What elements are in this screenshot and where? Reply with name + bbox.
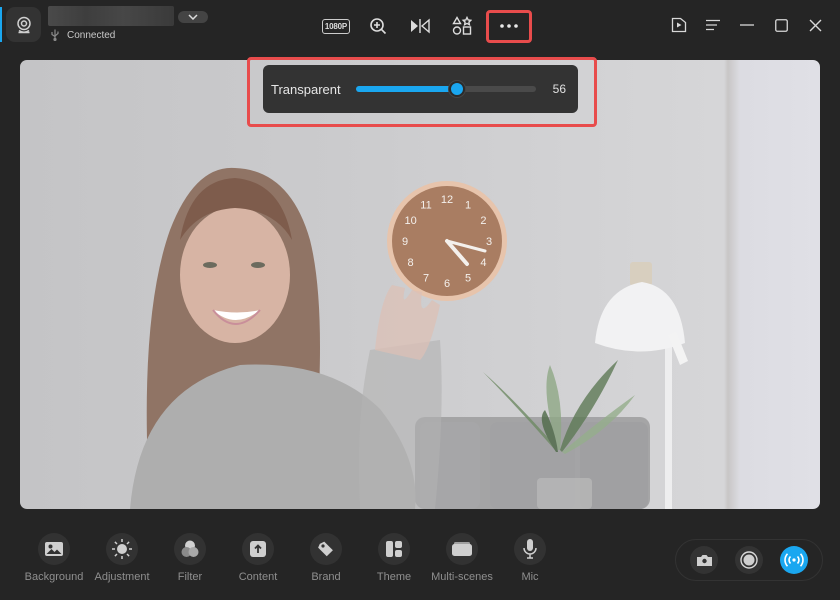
- bottom-item-theme[interactable]: Theme: [360, 533, 428, 583]
- device-dropdown[interactable]: [178, 11, 208, 23]
- status-text: Connected: [67, 29, 116, 41]
- layout-icon: [386, 541, 402, 557]
- bottom-item-label: Brand: [311, 571, 341, 583]
- scenes-icon: [452, 542, 472, 556]
- clock-numeral: 10: [404, 215, 416, 227]
- clock-numeral: 9: [402, 236, 408, 248]
- broadcast-icon: [783, 553, 804, 567]
- more-button[interactable]: [486, 9, 532, 43]
- active-indicator: [0, 7, 2, 42]
- filter-circles-icon: [181, 540, 199, 557]
- wall-clock: 12 1234567891011: [387, 181, 507, 301]
- maximize-icon: [774, 18, 788, 32]
- recordings-button[interactable]: [662, 9, 696, 41]
- upload-icon: [250, 541, 266, 557]
- widgets-button[interactable]: [441, 9, 483, 43]
- record-icon: [740, 551, 758, 569]
- live-stream-button[interactable]: [779, 546, 808, 574]
- plant: [483, 360, 635, 509]
- bottom-item-background[interactable]: Background: [20, 533, 88, 583]
- more-dots-icon: [500, 24, 518, 28]
- maximize-button[interactable]: [764, 9, 798, 41]
- record-button[interactable]: [734, 546, 763, 574]
- camera-preview[interactable]: 12 1 2 3 4 5 6 7 8 9 10 11: [20, 60, 820, 509]
- shapes-icon: [452, 16, 472, 35]
- microphone-icon: [523, 539, 537, 559]
- bottom-item-label: Adjustment: [94, 571, 150, 583]
- minimize-icon: [740, 24, 754, 26]
- bottom-item-multi-scenes[interactable]: Multi-scenes: [428, 533, 496, 583]
- snapshot-button[interactable]: [690, 546, 719, 574]
- video-folder-icon: [671, 17, 687, 33]
- transparency-value: 56: [552, 82, 566, 96]
- clock-numeral: 4: [480, 257, 486, 269]
- device-name-redacted: [48, 6, 174, 26]
- chevron-down-icon: [188, 14, 198, 20]
- bottom-item-mic[interactable]: Mic: [496, 533, 564, 583]
- top-toolbar: 1080P: [315, 9, 532, 43]
- bottom-item-label: Content: [238, 571, 278, 583]
- bottom-item-label: Filter: [177, 571, 203, 583]
- usb-icon: [51, 29, 59, 41]
- preview-image: 12 1234567891011: [130, 167, 688, 509]
- transparency-slider[interactable]: [356, 81, 536, 97]
- connection-status: Connected: [50, 29, 115, 41]
- sun-icon: [112, 539, 132, 559]
- mirror-button[interactable]: [399, 9, 441, 43]
- bottom-item-filter[interactable]: Filter: [156, 533, 224, 583]
- clock-numeral: 1: [465, 200, 471, 212]
- resolution-button[interactable]: 1080P: [315, 9, 357, 43]
- bottom-item-content[interactable]: Content: [224, 533, 292, 583]
- slider-thumb[interactable]: [448, 81, 465, 97]
- resolution-badge: 1080P: [321, 18, 351, 34]
- clock-numeral: 12: [441, 194, 453, 206]
- transparency-panel: Transparent 56: [263, 65, 578, 113]
- clock-numeral: 11: [420, 200, 431, 212]
- mirror-flip-icon: [411, 18, 430, 34]
- bottom-item-label: Mic: [521, 571, 539, 583]
- clock-numeral: 8: [408, 257, 414, 269]
- bottom-item-brand[interactable]: Brand: [292, 533, 360, 583]
- camera-icon: [696, 555, 712, 566]
- bottom-item-label: Background: [24, 571, 84, 583]
- slider-fill: [356, 86, 457, 92]
- device-button[interactable]: [6, 7, 41, 42]
- transparency-label: Transparent: [271, 81, 341, 97]
- tag-icon: [318, 541, 333, 557]
- clock-numeral: 7: [423, 272, 429, 284]
- clock-numeral: 5: [465, 272, 471, 284]
- menu-icon: [706, 19, 720, 31]
- zoom-in-icon: [370, 18, 387, 35]
- couch: [415, 417, 650, 509]
- clock-numeral: 2: [480, 215, 486, 227]
- person: [130, 167, 442, 509]
- image-icon: [45, 542, 63, 556]
- menu-button[interactable]: [696, 9, 730, 41]
- zoom-button[interactable]: [357, 9, 399, 43]
- lamp: [595, 262, 688, 509]
- bottom-toolbar: Background Adjustment Filter Content Bra…: [20, 533, 564, 583]
- title-bar: Connected 1080P: [0, 0, 840, 50]
- close-button[interactable]: [798, 9, 832, 41]
- clock-numeral: 6: [444, 278, 450, 290]
- bottom-item-adjustment[interactable]: Adjustment: [88, 533, 156, 583]
- clock-numeral: 3: [486, 236, 492, 248]
- close-icon: [809, 19, 821, 31]
- webcam-icon: [16, 16, 31, 33]
- bottom-item-label: Theme: [376, 571, 412, 583]
- minimize-button[interactable]: [730, 9, 764, 41]
- capture-controls: [675, 539, 823, 581]
- bottom-item-label: Multi-scenes: [431, 571, 493, 583]
- window-controls: [662, 9, 832, 41]
